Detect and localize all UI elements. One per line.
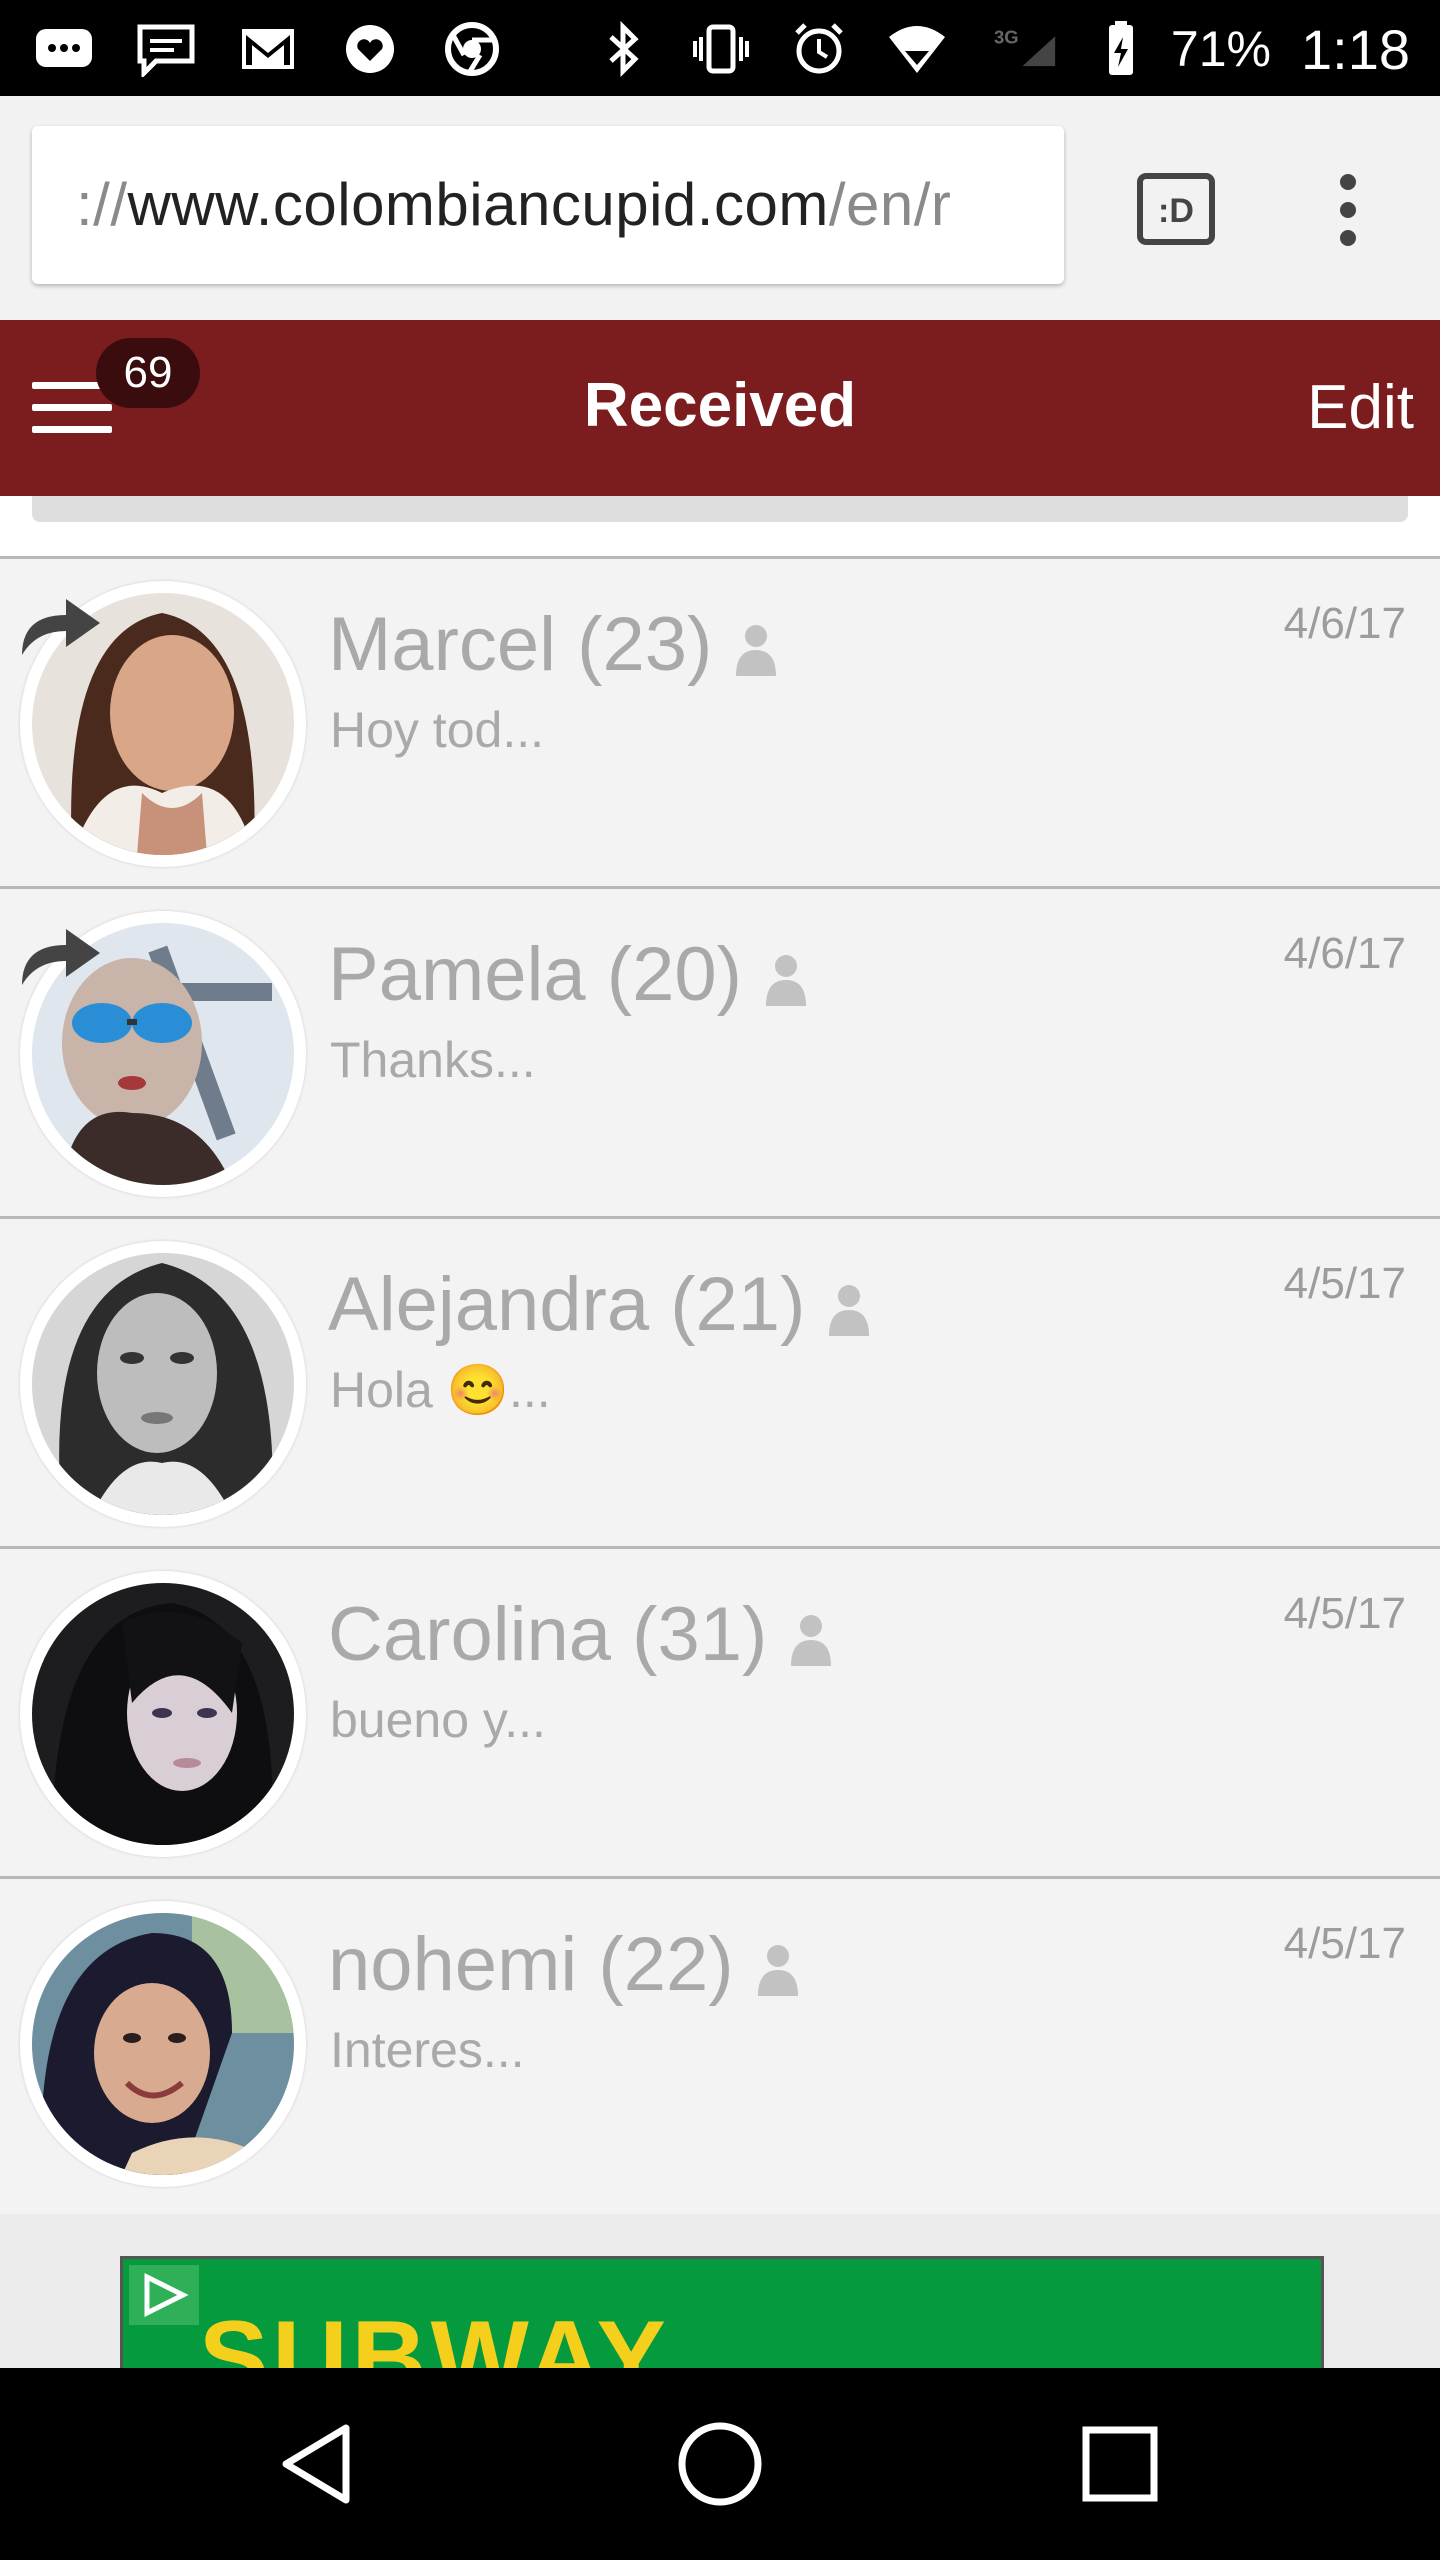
- ad-text: SUBWAY: [199, 2300, 670, 2371]
- system-nav-bar: [0, 2368, 1440, 2560]
- profile-icon[interactable]: [764, 952, 808, 1008]
- profile-icon[interactable]: [789, 1612, 833, 1668]
- url-bar[interactable]: ://www.colombiancupid.com/en/r: [32, 126, 1064, 284]
- alarm-icon: [785, 19, 853, 79]
- url-path: /en/r: [828, 171, 952, 238]
- battery-icon: [1101, 19, 1141, 79]
- avatar-photo: [32, 1583, 294, 1845]
- wifi-icon: [883, 19, 951, 79]
- svg-text::D: :D: [1158, 192, 1194, 230]
- message-date: 4/6/17: [1283, 599, 1406, 648]
- home-icon[interactable]: [670, 2414, 770, 2514]
- message-date: 4/5/17: [1283, 1259, 1406, 1308]
- message-date: 4/6/17: [1283, 929, 1406, 978]
- back-icon[interactable]: [270, 2414, 370, 2514]
- edit-button[interactable]: Edit: [1307, 372, 1414, 443]
- battery-percent: 71%: [1170, 21, 1271, 77]
- avatar[interactable]: [20, 1241, 306, 1527]
- avatar[interactable]: [20, 1571, 306, 1857]
- bluetooth-icon: [589, 19, 657, 79]
- reply-arrow-icon: [22, 929, 100, 985]
- message-row[interactable]: Pamela (20) Thanks... 4/6/17: [0, 886, 1440, 1216]
- message-preview: Thanks...: [330, 1032, 536, 1088]
- url-domain: www.colombiancupid.com: [127, 171, 829, 238]
- reply-arrow-icon: [22, 599, 100, 655]
- sender-name: Pamela (20): [328, 932, 742, 1017]
- message-row[interactable]: nohemi (22) Interes... 4/5/17: [0, 1876, 1440, 2206]
- message-preview: Hola 😊...: [330, 1362, 551, 1418]
- message-preview: bueno y...: [330, 1692, 546, 1748]
- gmail-icon: [234, 19, 302, 79]
- message-row[interactable]: Carolina (31) bueno y... 4/5/17: [0, 1546, 1440, 1876]
- svg-text:3G: 3G: [994, 26, 1019, 47]
- tab-switcher-button[interactable]: :D: [1136, 172, 1216, 246]
- avatar-photo: [32, 1253, 294, 1515]
- chrome-icon: [438, 19, 506, 79]
- avatar[interactable]: [20, 1901, 306, 2187]
- heart-icon: [336, 19, 404, 79]
- message-list: Marcel (23) Hoy tod... 4/6/17 Pamela (20…: [0, 556, 1440, 2206]
- message-row[interactable]: Alejandra (21) Hola 😊... 4/5/17: [0, 1216, 1440, 1546]
- signal-icon: 3G: [981, 19, 1071, 79]
- chat-bubble-icon: [30, 19, 98, 79]
- more-vert-icon: [1340, 174, 1356, 246]
- vibrate-icon: [687, 19, 755, 79]
- adchoices-icon[interactable]: [129, 2265, 199, 2325]
- profile-icon[interactable]: [734, 622, 778, 678]
- ad-area: SUBWAY: [0, 2214, 1440, 2371]
- message-preview: Hoy tod...: [330, 702, 544, 758]
- clock: 1:18: [1301, 17, 1410, 81]
- profile-icon[interactable]: [756, 1942, 800, 1998]
- message-date: 4/5/17: [1283, 1589, 1406, 1638]
- page-title: Received: [583, 371, 857, 440]
- ad-banner[interactable]: SUBWAY: [120, 2256, 1324, 2371]
- status-bar: 3G 71% 1:18: [0, 0, 1440, 96]
- sender-name: Alejandra (21): [328, 1262, 806, 1347]
- sender-name: nohemi (22): [328, 1922, 734, 2007]
- browser-toolbar: ://www.colombiancupid.com/en/r :D: [0, 96, 1440, 320]
- message-date: 4/5/17: [1283, 1919, 1406, 1968]
- message-icon: [132, 19, 200, 79]
- profile-icon[interactable]: [827, 1282, 871, 1338]
- overflow-menu-button[interactable]: [1320, 172, 1376, 248]
- message-row[interactable]: Marcel (23) Hoy tod... 4/6/17: [0, 556, 1440, 886]
- app-header: 69 Received Edit: [0, 320, 1440, 496]
- sender-name: Marcel (23): [328, 602, 713, 687]
- message-preview: Interes...: [330, 2022, 525, 2078]
- search-strip: [0, 496, 1440, 556]
- sender-name: Carolina (31): [328, 1592, 768, 1677]
- url-scheme: ://: [76, 171, 128, 238]
- tab-switcher-icon: :D: [1137, 173, 1215, 245]
- recents-icon[interactable]: [1070, 2414, 1170, 2514]
- avatar-photo: [32, 1913, 294, 2175]
